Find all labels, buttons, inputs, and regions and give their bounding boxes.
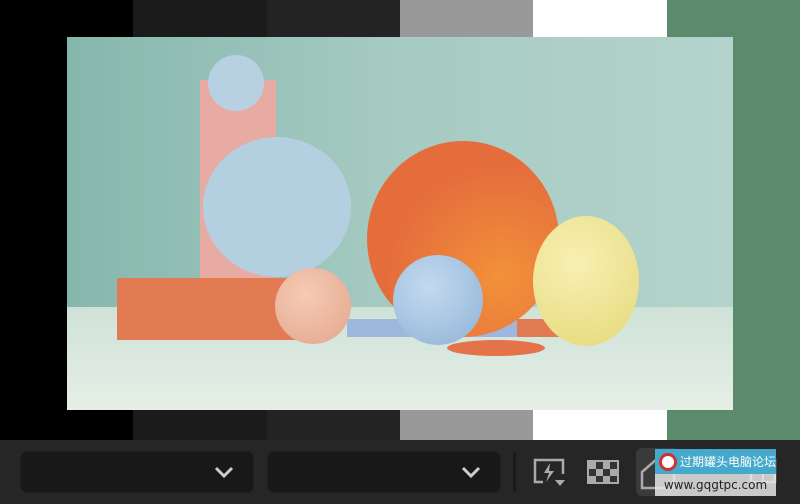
image-preview [67, 37, 733, 410]
divider [513, 452, 516, 492]
chevron-down-icon [461, 466, 481, 479]
flash-screen-icon [533, 458, 565, 486]
checkerboard-icon [587, 460, 619, 484]
chevron-down-icon [214, 466, 234, 479]
flash-screen-button[interactable] [531, 454, 567, 490]
watermark-title: 过期罐头电脑论坛 [680, 455, 777, 469]
dropdown-2[interactable] [267, 451, 501, 493]
dropdown-1[interactable] [20, 451, 254, 493]
checkerboard-button[interactable] [585, 454, 621, 490]
watermark: 过期罐头电脑论坛 www.gqgtpc.com [655, 449, 776, 496]
watermark-url: www.gqgtpc.com [655, 474, 776, 496]
watermark-logo-icon [659, 452, 677, 471]
